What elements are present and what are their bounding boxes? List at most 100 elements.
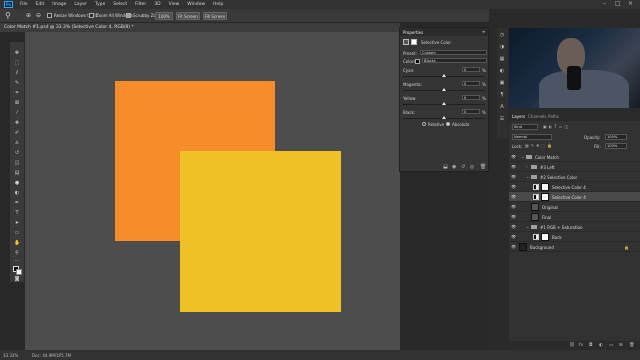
chevron-down-icon[interactable]: ⌄	[521, 154, 524, 159]
chevron-down-icon[interactable]: ⌄	[526, 174, 529, 179]
menu-file[interactable]: File	[20, 2, 28, 7]
add-mask-icon[interactable]: ◘	[589, 343, 593, 348]
opacity-input[interactable]: 100%	[605, 134, 627, 140]
move-tool-icon[interactable]: ✥	[14, 50, 20, 56]
layer-row-final[interactable]: 👁 Final	[509, 212, 640, 222]
eye-icon[interactable]: 👁	[511, 154, 516, 159]
adjustments-icon[interactable]: ◐	[499, 68, 505, 74]
layer-mask-thumbnail[interactable]	[541, 233, 549, 241]
path-selection-tool-icon[interactable]: ➤	[14, 220, 20, 226]
background-color-swatch[interactable]	[16, 269, 22, 275]
tab-paths[interactable]: Paths	[548, 114, 559, 119]
document-tab[interactable]: Color Match #1.psd @ 33.3% (Selective Co…	[0, 23, 400, 32]
yellow-input[interactable]: 0	[462, 95, 480, 100]
cyan-slider-thumb[interactable]	[442, 74, 446, 77]
menu-window[interactable]: Window	[187, 2, 205, 7]
paragraph-icon[interactable]: ¶	[499, 92, 505, 98]
layer-mask-thumbnail[interactable]	[541, 183, 549, 191]
menu-3d[interactable]: 3D	[154, 2, 160, 7]
clip-to-layer-icon[interactable]: ⬓	[443, 164, 448, 170]
magenta-slider-thumb[interactable]	[442, 88, 446, 91]
eye-icon[interactable]: 👁	[511, 204, 516, 209]
black-input[interactable]: 0	[462, 109, 480, 114]
eye-icon[interactable]: 👁	[511, 174, 516, 179]
menu-image[interactable]: Image	[52, 2, 66, 7]
eye-icon[interactable]: 👁	[511, 244, 516, 249]
menu-type[interactable]: Type	[95, 2, 105, 7]
layer-row-1-rgb-saturation[interactable]: 👁 ⌄ #1 RGB + Saturation	[509, 222, 640, 232]
relative-radio[interactable]	[422, 122, 426, 126]
new-group-icon[interactable]: ▭	[609, 343, 613, 348]
cyan-input[interactable]: 0	[462, 67, 480, 72]
menu-filter[interactable]: Filter	[135, 2, 146, 7]
filter-icons[interactable]: ▣◐T▭◫	[543, 124, 570, 129]
layer-row-selective-color-a[interactable]: 👁 Selective Color 4	[509, 182, 640, 192]
layer-row-color-match[interactable]: 👁 ⌄ Color Match	[509, 152, 640, 162]
menu-view[interactable]: View	[169, 2, 180, 7]
new-layer-icon[interactable]: ⊞	[619, 343, 623, 348]
layer-row-2-selective-color[interactable]: 👁 ⌄ #2 Selective Color	[509, 172, 640, 182]
chevron-right-icon[interactable]: ›	[526, 164, 528, 169]
healing-brush-tool-icon[interactable]: ✚	[14, 120, 20, 126]
history-icon[interactable]: ◷	[499, 32, 505, 38]
eye-icon[interactable]: 👁	[511, 194, 516, 199]
layer-mask-thumbnail[interactable]	[541, 193, 549, 201]
more-tools-icon[interactable]: ⋯	[14, 258, 20, 264]
zoom-out-icon[interactable]: ⊖	[36, 12, 41, 19]
eyedropper-tool-icon[interactable]: ⁄	[14, 110, 20, 116]
maximize-icon[interactable]: □	[615, 0, 621, 7]
absolute-radio[interactable]	[446, 122, 450, 126]
fill-input[interactable]: 100%	[605, 143, 627, 149]
trash-icon[interactable]: 🗑	[480, 164, 486, 170]
blur-tool-icon[interactable]: ●	[14, 180, 20, 186]
brush-tool-icon[interactable]: ✐	[14, 130, 20, 136]
frame-tool-icon[interactable]: ⊠	[14, 100, 20, 106]
layer-row-selective-color-b[interactable]: 👁 Selective Color 4	[509, 192, 640, 202]
magenta-input[interactable]: 0	[462, 81, 480, 86]
zoom-tool-sidebar-icon[interactable]: ⚲	[14, 250, 20, 256]
dodge-tool-icon[interactable]: ◐	[14, 190, 20, 196]
pen-tool-icon[interactable]: ✒	[14, 200, 20, 206]
close-icon[interactable]: ×	[628, 0, 633, 7]
layer-filter-select[interactable]: Kind	[512, 124, 538, 130]
reset-icon[interactable]: ↺	[461, 164, 465, 170]
fit-screen-button[interactable]: Fit Screen	[176, 12, 200, 20]
resize-windows-checkbox[interactable]	[47, 13, 52, 18]
rectangle-tool-icon[interactable]: ▭	[14, 230, 20, 236]
view-previous-icon[interactable]: ◉	[452, 164, 456, 170]
minimize-icon[interactable]: –	[603, 0, 606, 7]
link-layers-icon[interactable]: ⛓	[569, 343, 575, 348]
quick-mask-icon[interactable]: ◙	[14, 276, 20, 282]
eye-icon[interactable]: 👁	[511, 214, 516, 219]
lock-icon[interactable]: 🔒	[624, 245, 629, 250]
black-slider-thumb[interactable]	[442, 116, 446, 119]
delete-layer-icon[interactable]: 🗑	[629, 343, 635, 348]
layer-row-back[interactable]: 👁 Back	[509, 232, 640, 242]
clone-stamp-tool-icon[interactable]: ♙	[14, 140, 20, 146]
scrubby-zoom-checkbox[interactable]	[126, 13, 131, 18]
preset-select[interactable]: Custom	[420, 50, 487, 55]
tab-layers[interactable]: Layers	[512, 114, 525, 119]
menu-select[interactable]: Select	[113, 2, 127, 7]
new-adjustment-icon[interactable]: ◐	[599, 343, 603, 348]
zoom-in-icon[interactable]: ⊕	[26, 12, 31, 19]
menu-layer[interactable]: Layer	[74, 2, 87, 7]
quick-select-tool-icon[interactable]: ✎	[14, 80, 20, 86]
chevron-down-icon[interactable]: ⌄	[526, 224, 529, 229]
history-brush-tool-icon[interactable]: ↺	[14, 150, 20, 156]
eraser-tool-icon[interactable]: ◫	[14, 160, 20, 166]
panel-menu-icon[interactable]: ≡	[482, 29, 485, 34]
status-arrow-icon[interactable]: ›	[58, 353, 60, 359]
properties-header[interactable]: Properties ≡	[400, 28, 488, 36]
zoom-tool-icon[interactable]: ⚲	[5, 11, 11, 20]
color-icon[interactable]: ◑	[499, 44, 505, 50]
swatches-icon[interactable]: ▦	[499, 56, 505, 62]
zoom-100-button[interactable]: 100%	[155, 12, 173, 20]
yellow-slider-thumb[interactable]	[442, 102, 446, 105]
character-icon[interactable]: A	[499, 104, 505, 110]
visibility-icon[interactable]: ◎	[470, 164, 474, 170]
colors-select[interactable]: Blacks	[422, 58, 487, 63]
crop-tool-icon[interactable]: ⌗	[14, 90, 20, 96]
hand-tool-icon[interactable]: ✋	[14, 240, 20, 246]
gradient-tool-icon[interactable]: ▤	[14, 170, 20, 176]
